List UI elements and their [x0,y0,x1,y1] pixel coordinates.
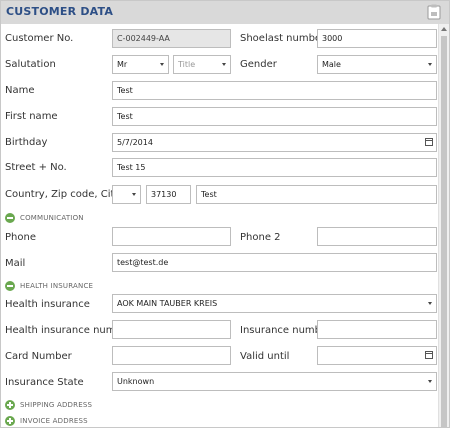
scroll-up-arrow-icon[interactable] [441,27,447,31]
country-zip-city-label: Country, Zip code, City [5,189,121,200]
phone2-label: Phone 2 [240,232,281,243]
chevron-down-icon [428,63,432,66]
gender-select[interactable]: Male [317,55,437,74]
street-label: Street + No. [5,162,67,173]
card-number-input[interactable] [112,346,231,365]
shoelast-number-input[interactable]: 3000 [317,29,437,48]
panel-title: CUSTOMER DATA [6,5,114,18]
customer-data-panel: CUSTOMER DATA Customer No. C-002449-AA S… [0,0,450,428]
name-label: Name [5,85,35,96]
health-insurance-value: AOK MAIN TAUBER KREIS [117,299,218,308]
salutation-value: Mr [117,60,128,69]
birthday-value: 5/7/2014 [117,138,153,147]
country-select[interactable] [112,185,141,204]
customer-no-label: Customer No. [5,33,74,44]
chevron-down-icon [428,380,432,383]
title-select[interactable]: Title [173,55,231,74]
collapse-health-insurance-icon[interactable] [5,281,15,291]
phone2-input[interactable] [317,227,437,246]
mail-input[interactable]: test@test.de [112,253,437,272]
chevron-down-icon [222,63,226,66]
first-name-label: First name [5,111,58,122]
health-insurance-select[interactable]: AOK MAIN TAUBER KREIS [112,294,437,313]
insurance-state-label: Insurance State [5,377,84,388]
gender-value: Male [322,60,341,69]
birthday-label: Birthday [5,137,48,148]
phone-input[interactable] [112,227,231,246]
health-insurance-section-title[interactable]: HEALTH INSURANCE [20,282,93,290]
clipboard-icon[interactable] [427,4,441,20]
communication-section-title[interactable]: COMMUNICATION [20,214,84,222]
chevron-down-icon [132,193,136,196]
card-number-label: Card Number [5,351,72,362]
calendar-icon[interactable] [425,351,433,359]
zip-code-input[interactable]: 37130 [146,185,191,204]
health-insurance-number-input[interactable] [112,320,231,339]
chevron-down-icon [160,63,164,66]
name-input[interactable]: Test [112,81,437,100]
salutation-label: Salutation [5,59,56,70]
customer-no-field: C-002449-AA [112,29,231,48]
vertical-scrollbar[interactable] [438,24,449,427]
street-input[interactable]: Test 15 [112,158,437,177]
insurance-number-input[interactable] [317,320,437,339]
first-name-input[interactable]: Test [112,107,437,126]
calendar-icon[interactable] [425,138,433,146]
panel-header: CUSTOMER DATA [1,1,449,24]
insurance-state-select[interactable]: Unknown [112,372,437,391]
phone-label: Phone [5,232,36,243]
shipping-address-section-title[interactable]: SHIPPING ADDRESS [20,401,92,409]
health-insurance-label: Health insurance [5,299,90,310]
valid-until-input[interactable] [317,346,437,365]
expand-invoice-address-icon[interactable] [5,416,15,426]
chevron-down-icon [428,302,432,305]
mail-label: Mail [5,258,26,269]
expand-shipping-address-icon[interactable] [5,400,15,410]
salutation-select[interactable]: Mr [112,55,169,74]
scrollbar-thumb[interactable] [441,36,447,427]
birthday-input[interactable]: 5/7/2014 [112,133,437,152]
gender-label: Gender [240,59,277,70]
valid-until-label: Valid until [240,351,290,362]
city-input[interactable]: Test [196,185,437,204]
shoelast-number-label: Shoelast number [240,33,326,44]
insurance-state-value: Unknown [117,377,155,386]
title-placeholder: Title [178,60,196,69]
invoice-address-section-title[interactable]: INVOICE ADDRESS [20,417,88,425]
collapse-communication-icon[interactable] [5,213,15,223]
